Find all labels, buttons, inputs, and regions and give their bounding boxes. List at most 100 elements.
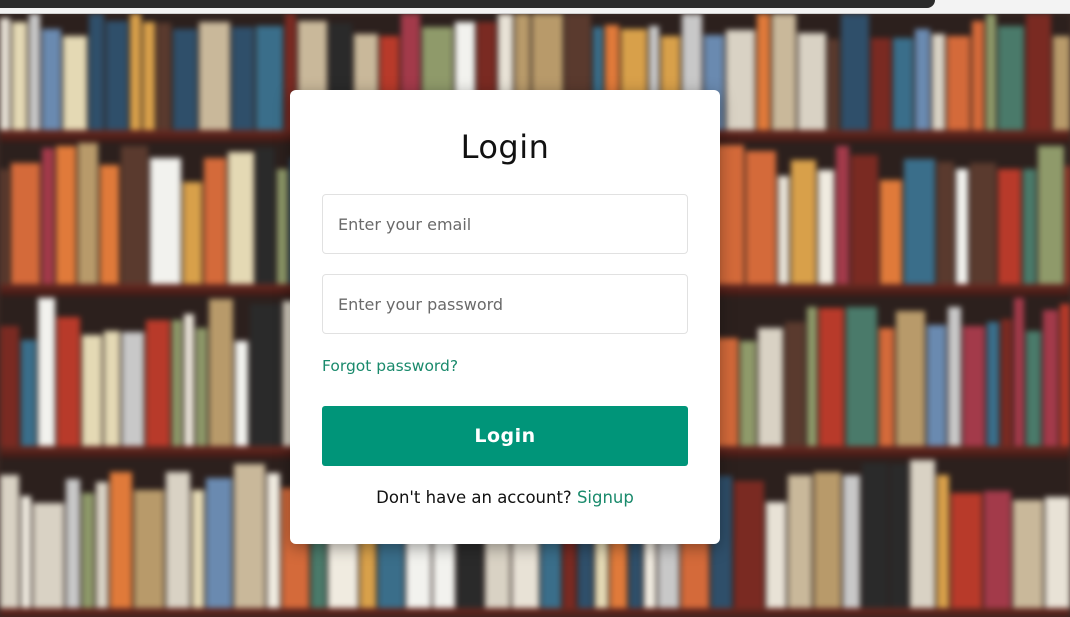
book-spine: [947, 36, 970, 130]
book-spine: [791, 160, 816, 284]
book-spine: [204, 157, 226, 284]
book-spine: [972, 20, 984, 130]
book-spine: [734, 480, 764, 608]
book-spine: [183, 181, 202, 284]
book-spine: [267, 473, 280, 608]
book-spine: [42, 147, 54, 284]
book-spine: [0, 18, 10, 130]
book-spine: [63, 36, 87, 130]
book-spine: [250, 303, 281, 446]
book-spine: [841, 14, 869, 130]
book-spine: [879, 327, 894, 446]
password-input[interactable]: [322, 274, 688, 334]
book-spine: [29, 14, 40, 130]
book-spine: [970, 163, 996, 284]
book-spine: [234, 464, 265, 608]
book-spine: [937, 474, 949, 608]
book-spine: [851, 154, 878, 284]
book-spine: [1045, 497, 1070, 608]
book-spine: [277, 168, 288, 284]
book-spine: [963, 326, 985, 446]
book-spine: [757, 14, 770, 130]
book-spine: [172, 320, 182, 446]
book-spine: [12, 22, 27, 130]
book-spine: [89, 14, 104, 130]
book-spine: [836, 146, 849, 284]
book-spine: [130, 14, 141, 130]
book-spine: [157, 23, 171, 130]
book-spine: [206, 477, 232, 608]
browser-top-bar: [0, 0, 1070, 14]
book-spine: [766, 501, 786, 608]
book-spine: [915, 28, 930, 130]
login-button[interactable]: Login: [322, 406, 688, 466]
book-spine: [82, 335, 102, 446]
book-spine: [192, 489, 204, 608]
book-spine: [256, 147, 275, 284]
book-spine: [0, 326, 19, 446]
book-spine: [956, 168, 968, 284]
book-spine: [1026, 330, 1041, 446]
book-spine: [110, 471, 132, 608]
book-spine: [21, 495, 31, 608]
book-spine: [1053, 36, 1070, 130]
book-spine: [785, 321, 805, 446]
book-spine: [21, 339, 36, 446]
book-spine: [843, 474, 860, 608]
book-spine: [818, 170, 834, 284]
email-input[interactable]: [322, 194, 688, 254]
book-spine: [0, 474, 19, 608]
book-spine: [42, 28, 61, 130]
book-spine: [66, 479, 80, 608]
book-spine: [807, 306, 817, 446]
book-spine: [814, 471, 841, 608]
book-spine: [927, 324, 946, 446]
book-spine: [998, 26, 1024, 130]
book-spine: [1066, 166, 1070, 284]
book-spine: [166, 471, 190, 608]
forgot-password-link[interactable]: Forgot password?: [322, 357, 458, 375]
book-spine: [910, 459, 935, 608]
book-spine: [984, 491, 1011, 608]
book-spine: [1060, 303, 1070, 446]
book-spine: [184, 314, 194, 446]
book-spine: [38, 297, 55, 446]
book-spine: [788, 474, 812, 608]
book-spine: [1043, 309, 1058, 446]
book-spine: [932, 33, 945, 130]
book-spine: [862, 462, 888, 608]
signup-prompt-line: Don't have an account? Signup: [290, 488, 720, 507]
book-spine: [199, 22, 230, 130]
page: Login Forgot password? Login Don't have …: [0, 0, 1070, 617]
book-spine: [150, 157, 181, 284]
book-spine: [82, 492, 94, 608]
book-spine: [1026, 14, 1051, 130]
book-spine: [904, 159, 935, 284]
book-spine: [740, 341, 756, 446]
book-spine: [256, 26, 283, 130]
book-spine: [758, 327, 783, 446]
book-spine: [798, 32, 826, 130]
book-spine: [100, 164, 119, 284]
signup-link[interactable]: Signup: [577, 488, 634, 507]
divider: [0, 13, 1070, 14]
book-spine: [987, 321, 999, 446]
book-spine: [173, 28, 197, 130]
book-spine: [778, 176, 789, 284]
book-spine: [726, 29, 755, 130]
book-spine: [33, 503, 64, 608]
book-spine: [78, 143, 98, 284]
book-spine: [828, 39, 839, 130]
book-spine: [143, 22, 155, 130]
book-spine: [57, 317, 80, 446]
browser-tab-strip: [0, 0, 935, 8]
book-spine: [819, 308, 844, 446]
shelf-plank: [0, 608, 1070, 617]
book-spine: [948, 306, 961, 446]
book-spine: [1038, 146, 1064, 284]
book-spine: [746, 150, 776, 284]
book-spine: [880, 180, 902, 284]
book-spine: [122, 332, 144, 446]
book-spine: [986, 14, 996, 130]
book-spine: [104, 330, 120, 446]
